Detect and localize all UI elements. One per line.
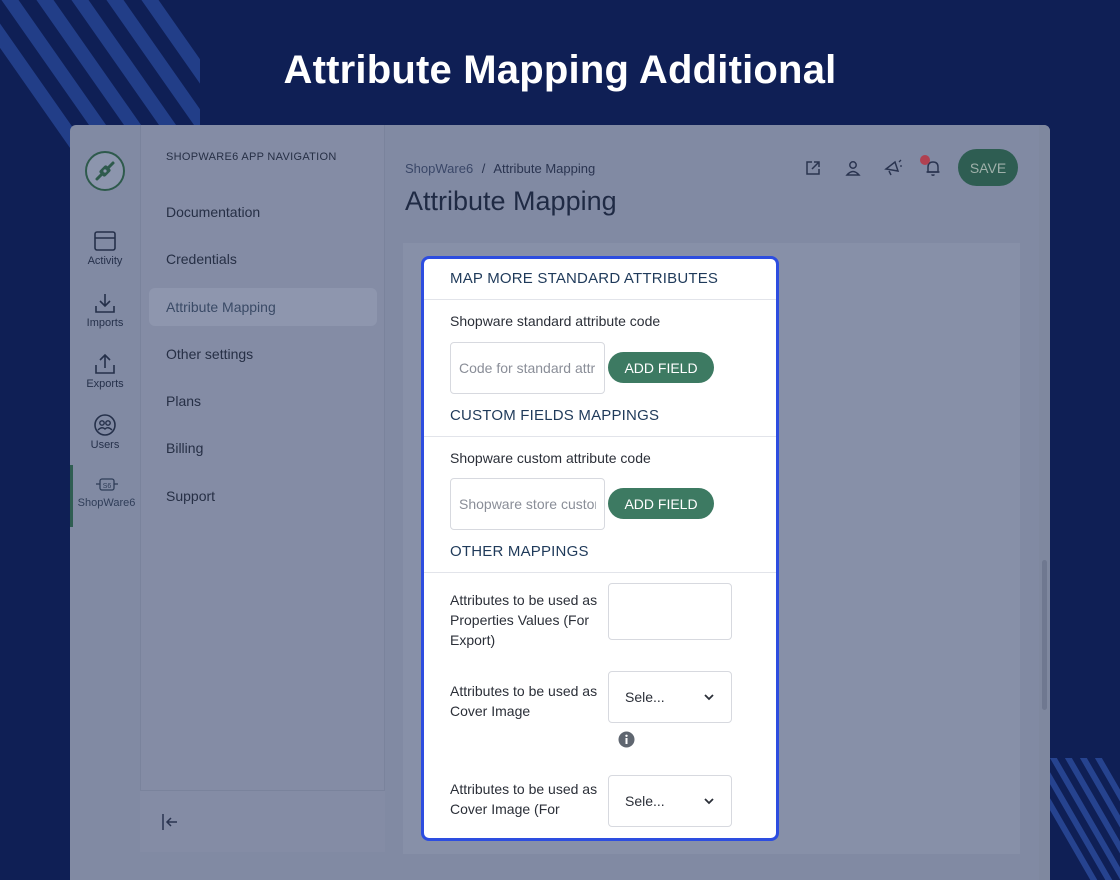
info-icon[interactable] bbox=[618, 731, 635, 748]
rail-item-label: ShopWare6 bbox=[77, 497, 136, 509]
breadcrumb: ShopWare6 / Attribute Mapping bbox=[405, 161, 595, 176]
rail-item-exports[interactable]: Exports bbox=[70, 352, 140, 390]
nav-item-support[interactable]: Support bbox=[149, 477, 377, 515]
add-custom-field-button[interactable]: ADD FIELD bbox=[608, 488, 714, 519]
nav-item-documentation[interactable]: Documentation bbox=[149, 193, 377, 231]
nav-item-billing[interactable]: Billing bbox=[149, 429, 377, 467]
breadcrumb-current: Attribute Mapping bbox=[493, 161, 596, 176]
nav-item-credentials[interactable]: Credentials bbox=[149, 240, 377, 278]
download-tray-icon bbox=[95, 294, 115, 313]
rail-item-activity[interactable]: Activity bbox=[70, 229, 140, 267]
nav-item-plans[interactable]: Plans bbox=[149, 382, 377, 420]
shopware6-plug-icon: S6 bbox=[95, 478, 118, 491]
custom-attribute-input[interactable] bbox=[450, 478, 605, 530]
add-standard-field-button[interactable]: ADD FIELD bbox=[608, 352, 714, 383]
upload-tray-icon bbox=[95, 353, 115, 374]
section-divider bbox=[424, 299, 776, 300]
rail-item-shopware6[interactable]: S6 ShopWare6 bbox=[70, 465, 140, 527]
cover-image-select-value: Sele... bbox=[625, 689, 665, 705]
chevron-down-icon bbox=[704, 694, 714, 701]
rail-item-imports[interactable]: Imports bbox=[70, 291, 140, 329]
svg-text:S6: S6 bbox=[102, 483, 111, 490]
save-button[interactable]: SAVE bbox=[958, 149, 1018, 186]
standard-attribute-label: Shopware standard attribute code bbox=[450, 313, 661, 329]
connector-plug-icon[interactable] bbox=[85, 151, 125, 191]
banner-title: Attribute Mapping Additional bbox=[283, 48, 837, 92]
cover-image-label: Attributes to be used as Cover Image bbox=[450, 683, 598, 719]
decor-stripes-bottom-right bbox=[1050, 758, 1120, 880]
other-mappings-title: OTHER MAPPINGS bbox=[450, 543, 589, 560]
cover-image-select[interactable]: Sele... bbox=[608, 671, 732, 723]
nav-item-other-settings[interactable]: Other settings bbox=[149, 335, 377, 373]
rail-item-label: Imports bbox=[86, 317, 124, 329]
user-profile-icon[interactable] bbox=[838, 153, 868, 183]
section-divider bbox=[424, 436, 776, 437]
rail-item-label: Exports bbox=[86, 378, 124, 390]
notification-bell-icon[interactable] bbox=[918, 153, 948, 183]
chevron-down-icon bbox=[704, 798, 714, 805]
breadcrumb-shopware6[interactable]: ShopWare6 bbox=[405, 161, 473, 176]
rail-item-label: Users bbox=[90, 439, 120, 451]
scrollbar-thumb[interactable] bbox=[1042, 560, 1047, 710]
page-title: Attribute Mapping bbox=[405, 186, 617, 216]
cover-image-for-label: Attributes to be used as Cover Image (Fo… bbox=[450, 781, 598, 817]
properties-values-multiselect[interactable] bbox=[608, 583, 732, 640]
cover-image-for-select-value: Sele... bbox=[625, 793, 665, 809]
nav-footer bbox=[140, 790, 385, 852]
properties-values-label: Attributes to be used as Properties Valu… bbox=[450, 592, 598, 648]
collapse-left-icon[interactable] bbox=[160, 812, 180, 832]
announcement-megaphone-icon[interactable] bbox=[878, 153, 908, 183]
standard-attribute-input[interactable] bbox=[450, 342, 605, 394]
page-scrollbar[interactable] bbox=[1039, 125, 1050, 880]
custom-fields-title: CUSTOM FIELDS MAPPINGS bbox=[450, 407, 660, 424]
attribute-mapping-card: MAP MORE STANDARD ATTRIBUTES Shopware st… bbox=[421, 256, 779, 841]
calendar-window-icon bbox=[94, 231, 116, 251]
custom-attribute-label: Shopware custom attribute code bbox=[450, 450, 651, 466]
notification-dot bbox=[920, 155, 930, 165]
nav-item-attribute-mapping[interactable]: Attribute Mapping bbox=[149, 288, 377, 326]
cover-image-for-select[interactable]: Sele... bbox=[608, 775, 732, 827]
rail-item-users[interactable]: Users bbox=[70, 413, 140, 451]
users-circle-icon bbox=[94, 414, 116, 436]
icon-rail: Activity Imports Exports Users S6 ShopWa… bbox=[70, 125, 140, 880]
breadcrumb-separator: / bbox=[481, 161, 486, 176]
external-link-icon[interactable] bbox=[798, 153, 828, 183]
section-divider bbox=[424, 572, 776, 573]
app-navigation-panel: SHOPWARE6 APP NAVIGATION Documentation C… bbox=[140, 125, 385, 852]
rail-item-label: Activity bbox=[87, 255, 123, 267]
standard-attributes-title: MAP MORE STANDARD ATTRIBUTES bbox=[450, 270, 719, 287]
nav-heading: SHOPWARE6 APP NAVIGATION bbox=[166, 151, 337, 163]
